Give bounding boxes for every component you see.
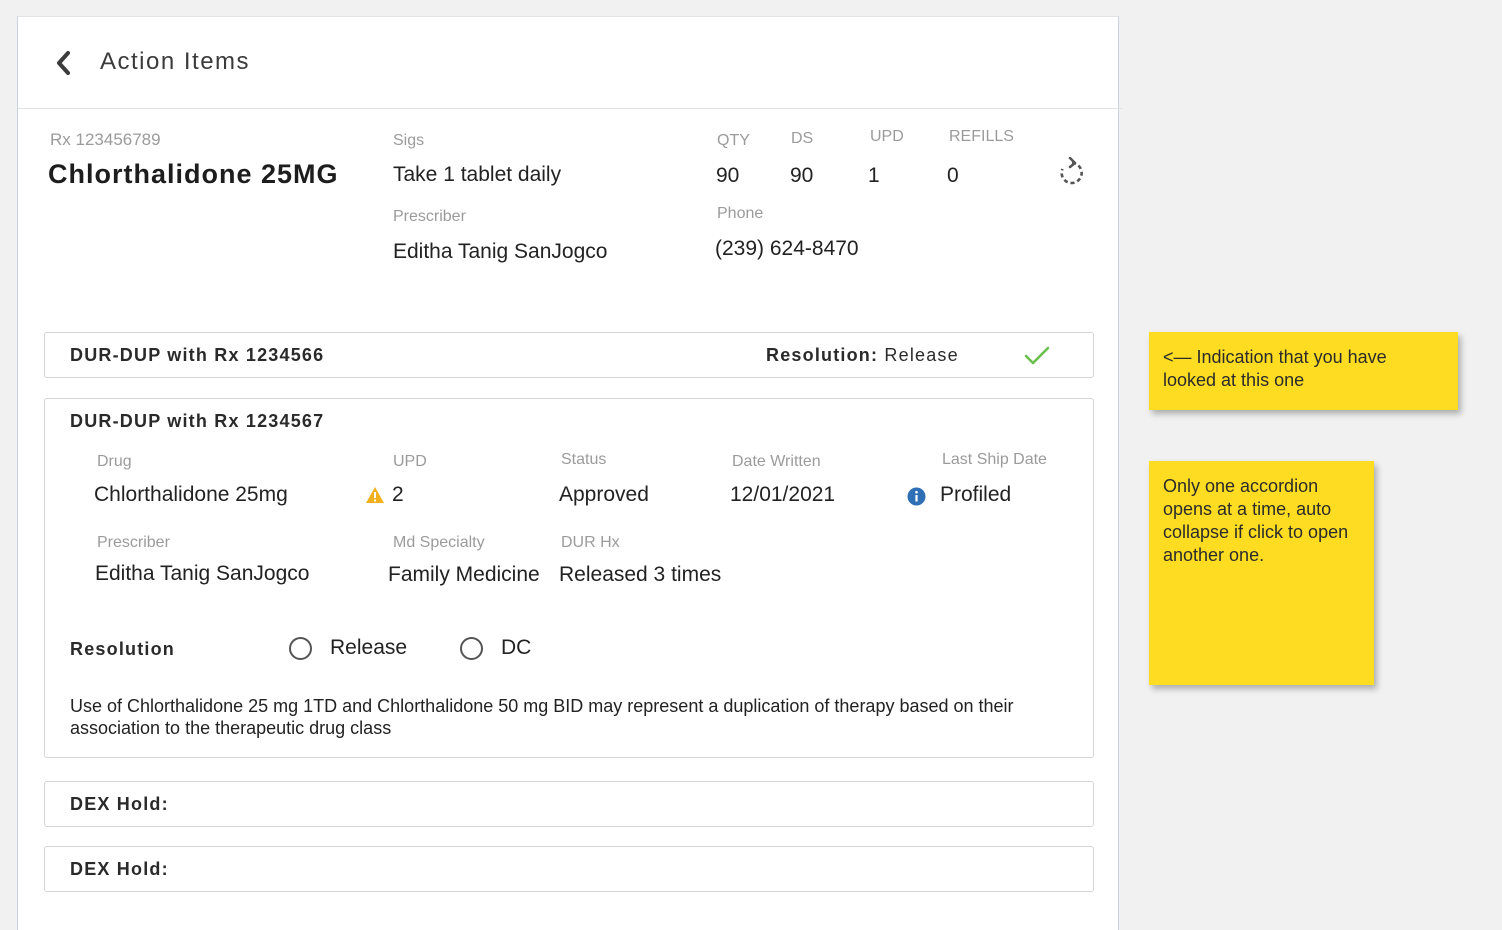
upd-label: UPD [393, 453, 427, 470]
sticky-note-accordion: Only one accordion opens at a time, auto… [1149, 461, 1374, 685]
drug-name: Chlorthalidone 25MG [48, 159, 339, 189]
ds-label: DS [791, 130, 814, 147]
radio-release[interactable]: Release [289, 636, 407, 660]
date-written-value: 12/01/2021 [730, 483, 836, 506]
accordion-title: DUR-DUP with Rx 1234567 [70, 411, 325, 431]
radio-circle[interactable] [460, 636, 483, 660]
date-written-label: Date Written [732, 453, 821, 470]
radio-circle[interactable] [289, 636, 312, 660]
resolution-value: Release [884, 345, 959, 365]
accordion-dur-dup-1234567[interactable]: DUR-DUP with Rx 1234567 Drug Chlorthalid… [44, 398, 1094, 758]
ds-value: 90 [790, 164, 814, 187]
phone-value: (239) 624-8470 [715, 237, 859, 260]
resolution-label: Resolution: [766, 345, 879, 365]
refresh-button[interactable] [1058, 156, 1086, 187]
back-button[interactable] [48, 47, 78, 79]
prescriber-label: Prescriber [97, 534, 170, 551]
dur-hx-value: Released 3 times [559, 563, 722, 586]
upd-value: 2 [392, 483, 404, 506]
last-ship-date-label: Last Ship Date [942, 451, 1047, 468]
prescriber-value: Editha Tanig SanJogco [95, 562, 310, 585]
accordion-dur-dup-1234566[interactable]: DUR-DUP with Rx 1234566 Resolution: Rele… [44, 332, 1094, 378]
refresh-icon [1060, 156, 1083, 185]
status-value: Approved [559, 483, 649, 506]
upd-label: UPD [870, 128, 904, 145]
md-specialty-value: Family Medicine [388, 563, 540, 586]
accordion-dex-hold-2[interactable]: DEX Hold: [44, 846, 1094, 892]
phone-label: Phone [717, 205, 764, 222]
prescriber-label: Prescriber [393, 208, 466, 225]
upd-value: 1 [868, 164, 880, 187]
last-ship-date-value: Profiled [940, 483, 1012, 506]
sigs-value: Take 1 tablet daily [393, 163, 562, 186]
prescriber-value: Editha Tanig SanJogco [393, 240, 608, 263]
status-label: Status [561, 451, 607, 468]
refills-value: 0 [947, 164, 959, 187]
radio-dc[interactable]: DC [460, 636, 531, 660]
md-specialty-label: Md Specialty [393, 534, 485, 551]
accordion-title: DUR-DUP with Rx 1234566 [70, 345, 325, 365]
accordion-title: DEX Hold: [70, 794, 169, 814]
warning-icon [366, 487, 384, 503]
sigs-label: Sigs [393, 132, 425, 149]
rx-number: Rx 123456789 [50, 130, 161, 149]
page-title: Action Items [100, 48, 251, 75]
info-icon[interactable] [907, 487, 926, 506]
qty-value: 90 [716, 164, 740, 187]
radio-dc-label: DC [501, 636, 532, 659]
resolution-summary: Resolution: Release [766, 345, 959, 366]
dur-description: Use of Chlorthalidone 25 mg 1TD and Chlo… [70, 696, 1014, 738]
page-header: Action Items [18, 17, 1122, 109]
action-items-panel: Action Items Rx 123456789 Chlorthalidone… [17, 16, 1122, 930]
resolution-label: Resolution [70, 639, 175, 659]
sticky-note-reviewed: <— Indication that you have looked at th… [1149, 332, 1458, 410]
radio-release-label: Release [330, 636, 408, 659]
accordion-dex-hold-1[interactable]: DEX Hold: [44, 781, 1094, 827]
qty-label: QTY [717, 132, 750, 149]
drug-label: Drug [97, 453, 132, 470]
drug-value: Chlorthalidone 25mg [94, 483, 288, 506]
check-icon [1024, 346, 1050, 365]
chevron-left-icon [57, 51, 70, 75]
accordion-title: DEX Hold: [70, 859, 169, 879]
refills-label: REFILLS [949, 128, 1014, 145]
dur-hx-label: DUR Hx [561, 534, 620, 551]
